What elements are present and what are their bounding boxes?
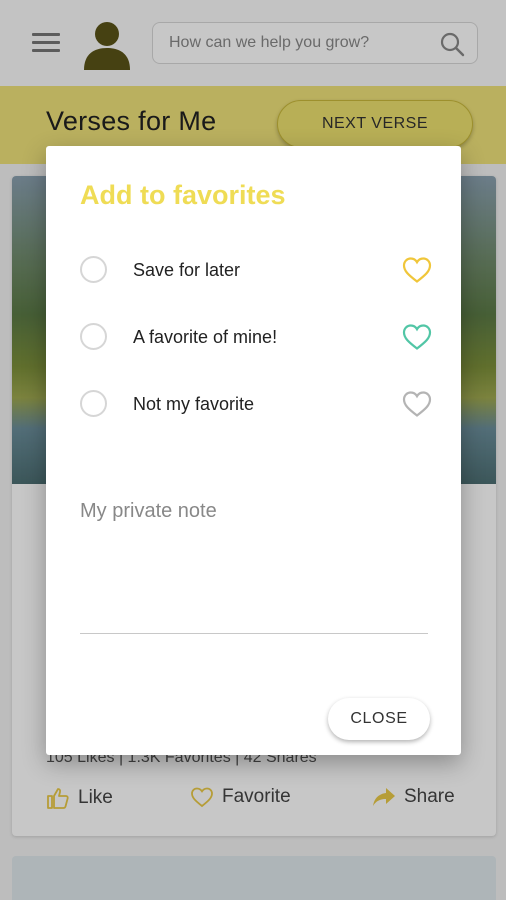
heart-icon <box>402 257 432 283</box>
option-favorite-of-mine[interactable]: A favorite of mine! <box>80 319 432 355</box>
close-button[interactable]: CLOSE <box>328 698 430 740</box>
add-to-favorites-dialog: Add to favorites Save for later A favori… <box>46 146 461 755</box>
radio-button[interactable] <box>80 390 107 417</box>
radio-button[interactable] <box>80 256 107 283</box>
option-label: Save for later <box>133 260 241 280</box>
heart-icon <box>402 324 432 350</box>
heart-icon <box>402 391 432 417</box>
private-note-field[interactable] <box>80 486 428 634</box>
option-not-my-favorite[interactable]: Not my favorite <box>80 386 432 422</box>
radio-button[interactable] <box>80 323 107 350</box>
dialog-title: Add to favorites <box>80 180 286 210</box>
option-label: Not my favorite <box>133 394 255 414</box>
option-save-for-later[interactable]: Save for later <box>80 252 432 288</box>
option-label: A favorite of mine! <box>133 327 278 347</box>
